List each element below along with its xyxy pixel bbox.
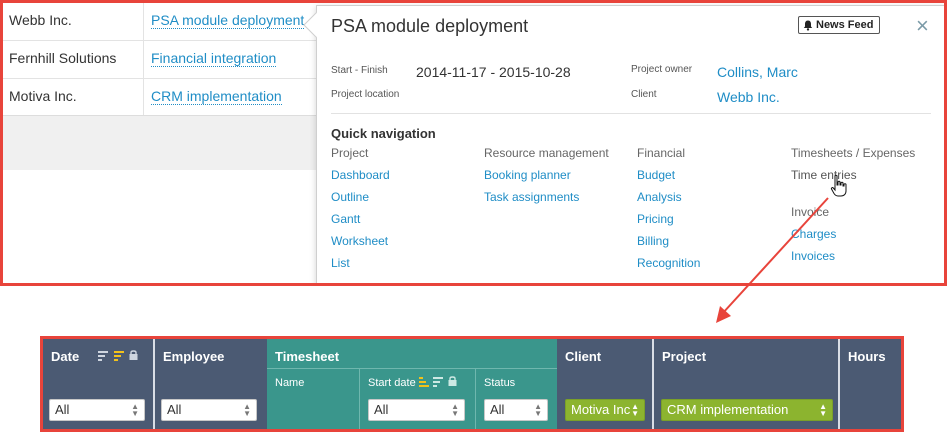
- nav-header-financial: Financial: [637, 146, 686, 160]
- group-sort-icon[interactable]: [419, 377, 429, 389]
- lock-icon[interactable]: [129, 349, 138, 360]
- client-filter-value: Motiva Inc: [571, 402, 631, 417]
- nav-header-resource-management: Resource management: [484, 146, 609, 160]
- grid-header-annotation-frame: Date All ▲▼ Employee All ▲▼ Timesheet: [40, 336, 904, 432]
- nav-link-dashboard[interactable]: Dashboard: [331, 168, 390, 182]
- close-icon[interactable]: ×: [916, 15, 929, 37]
- client-link[interactable]: Webb Inc.: [717, 89, 780, 105]
- column-project: Project CRM implementation ▲ ▼: [654, 339, 838, 429]
- project-link[interactable]: PSA module deployment: [151, 12, 305, 29]
- project-owner-link[interactable]: Collins, Marc: [717, 64, 798, 80]
- client-cell: Webb Inc.: [9, 12, 72, 28]
- nav-link-gantt[interactable]: Gantt: [331, 212, 360, 226]
- column-date-title: Date: [51, 349, 80, 364]
- start-finish-value: 2014-11-17 - 2015-10-28: [416, 64, 571, 80]
- timesheet-group-title: Timesheet: [275, 349, 340, 364]
- project-popup: PSA module deployment News Feed × Start …: [303, 5, 944, 283]
- start-date-filter-value: All: [374, 402, 389, 417]
- column-name-title: Name: [275, 377, 305, 389]
- column-client-title: Client: [565, 349, 602, 364]
- client-cell: Fernhill Solutions: [9, 50, 117, 66]
- client-filter-select[interactable]: Motiva Inc ▲ ▼: [565, 399, 645, 421]
- column-employee: Employee All ▲ ▼: [155, 339, 267, 429]
- nav-link-pricing[interactable]: Pricing: [637, 212, 674, 226]
- bell-icon: [803, 20, 813, 31]
- date-filter-select[interactable]: All ▲ ▼: [49, 399, 145, 421]
- status-filter-select[interactable]: All ▲ ▼: [484, 399, 548, 421]
- client-label: Client: [631, 89, 657, 100]
- column-status-title: Status: [484, 377, 516, 389]
- news-feed-button[interactable]: News Feed: [798, 16, 881, 34]
- select-arrows-icon: ▲ ▼: [451, 402, 459, 418]
- client-cell: Motiva Inc.: [9, 88, 77, 104]
- column-start-date: Start date All ▲ ▼: [360, 369, 475, 429]
- project-owner-label: Project owner: [631, 64, 693, 75]
- annotation-arrow: [716, 197, 829, 323]
- table-footer-area: [3, 115, 323, 170]
- table-row: Fernhill Solutions Financial integration: [3, 41, 363, 79]
- column-hours: Hours: [840, 339, 901, 429]
- nav-link-booking-planner[interactable]: Booking planner: [484, 168, 571, 182]
- group-sort-icon[interactable]: [114, 351, 124, 363]
- column-timesheet-name: Name: [267, 369, 359, 429]
- nav-header-project: Project: [331, 146, 369, 160]
- column-hours-title: Hours: [848, 349, 886, 364]
- nav-link-list[interactable]: List: [331, 256, 350, 270]
- nav-link-billing[interactable]: Billing: [637, 234, 669, 248]
- news-feed-label: News Feed: [816, 19, 874, 31]
- project-location-label: Project location: [331, 89, 400, 100]
- column-employee-title: Employee: [163, 349, 225, 364]
- column-client: Client Motiva Inc ▲ ▼: [557, 339, 652, 429]
- select-arrows-icon: ▲ ▼: [534, 402, 542, 418]
- date-filter-value: All: [55, 402, 70, 417]
- nav-header-timesheets-expenses: Timesheets / Expenses: [791, 146, 916, 160]
- nav-link-budget[interactable]: Budget: [637, 168, 675, 182]
- popup-title: PSA module deployment: [331, 16, 529, 36]
- nav-link-analysis[interactable]: Analysis: [637, 190, 682, 204]
- select-arrows-icon: ▲ ▼: [631, 402, 639, 418]
- sort-icon[interactable]: [98, 351, 108, 363]
- nav-link-task-assignments[interactable]: Task assignments: [484, 190, 579, 204]
- start-date-filter-select[interactable]: All ▲ ▼: [368, 399, 465, 421]
- status-filter-value: All: [490, 402, 505, 417]
- select-arrows-icon: ▲ ▼: [819, 402, 827, 418]
- project-link[interactable]: CRM implementation: [151, 88, 282, 105]
- table-row: Motiva Inc. CRM implementation: [3, 79, 363, 117]
- screenshot: Webb Inc. PSA module deployment Fernhill…: [0, 0, 947, 432]
- sort-icon[interactable]: [433, 377, 443, 389]
- select-arrows-icon: ▲ ▼: [243, 402, 251, 418]
- employee-filter-select[interactable]: All ▲ ▼: [161, 399, 257, 421]
- project-filter-select[interactable]: CRM implementation ▲ ▼: [661, 399, 833, 421]
- project-link[interactable]: Financial integration: [151, 50, 277, 67]
- select-arrows-icon: ▲ ▼: [131, 402, 139, 418]
- quick-navigation-title: Quick navigation: [331, 126, 436, 141]
- column-start-date-title: Start date: [368, 377, 416, 389]
- column-date: Date All ▲ ▼: [43, 339, 153, 429]
- employee-filter-value: All: [167, 402, 182, 417]
- project-filter-value: CRM implementation: [667, 402, 789, 417]
- column-project-title: Project: [662, 349, 707, 364]
- lock-icon[interactable]: [448, 375, 457, 386]
- column-status: Status All ▲ ▼: [476, 369, 557, 429]
- nav-link-outline[interactable]: Outline: [331, 190, 369, 204]
- popup-divider: [331, 113, 931, 114]
- nav-link-recognition[interactable]: Recognition: [637, 256, 700, 270]
- start-finish-label: Start - Finish: [331, 65, 388, 76]
- nav-link-worksheet[interactable]: Worksheet: [331, 234, 388, 248]
